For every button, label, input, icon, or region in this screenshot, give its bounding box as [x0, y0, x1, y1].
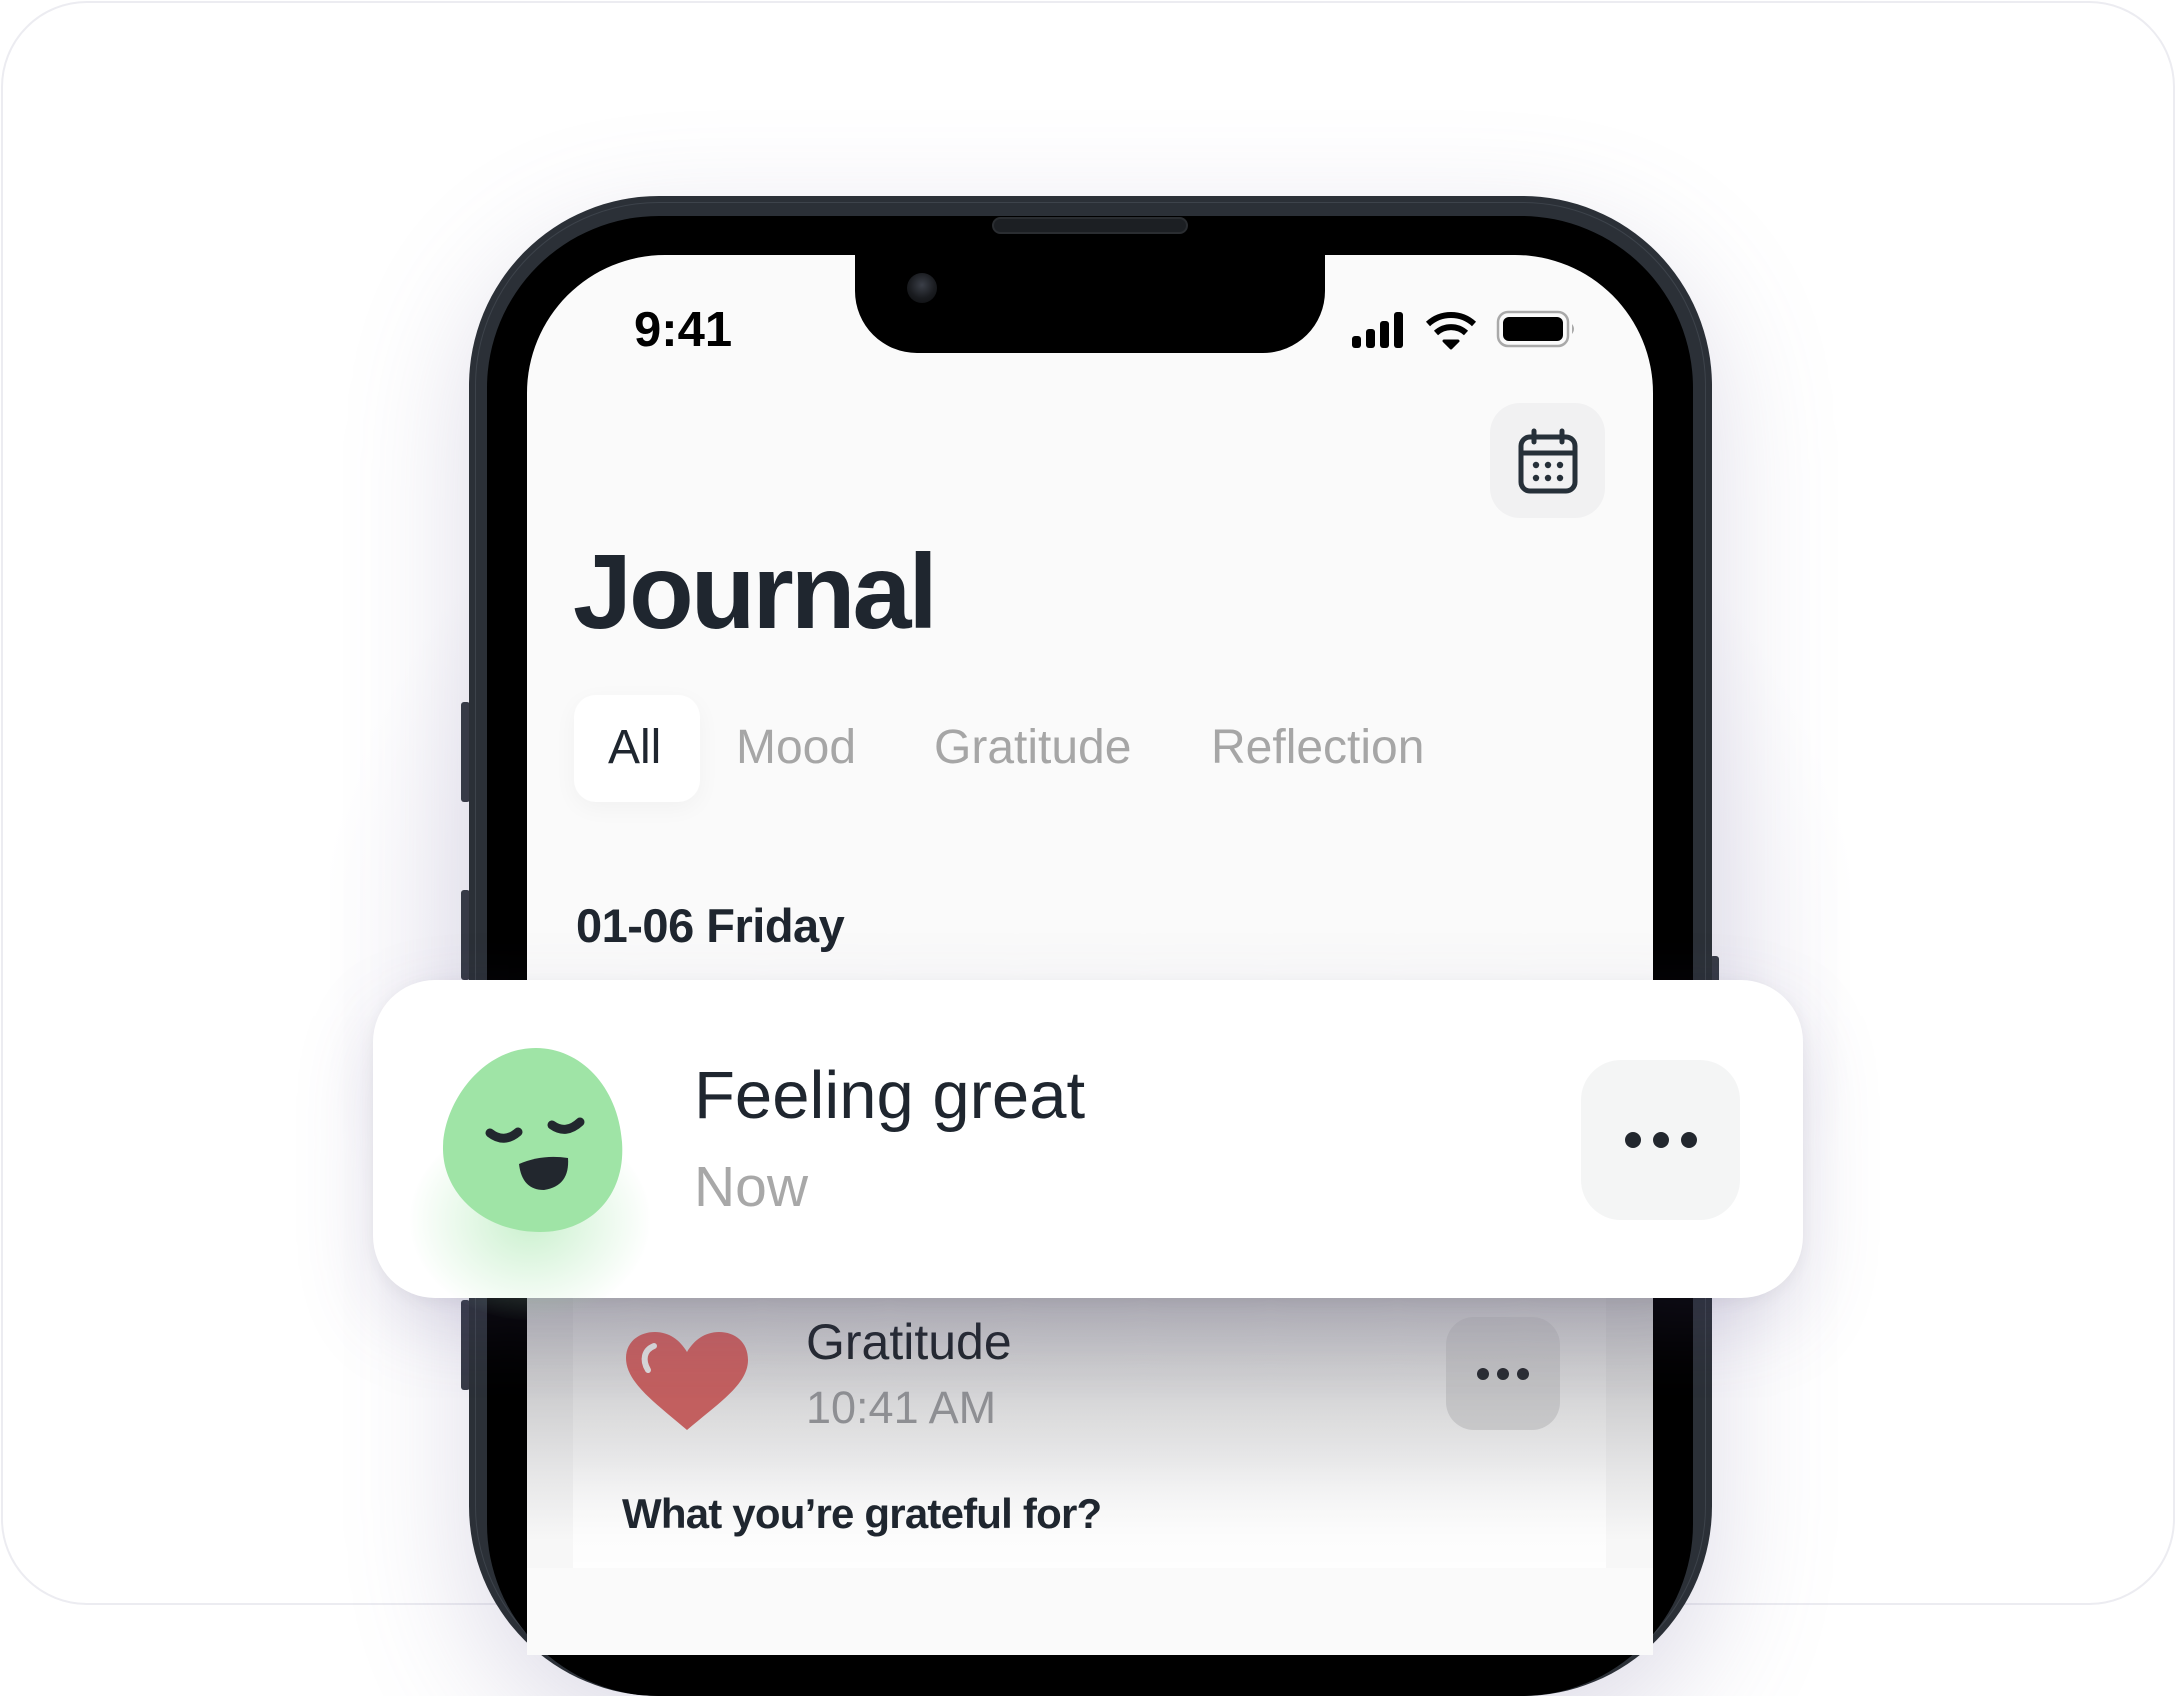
entry-more-button[interactable]	[1446, 1317, 1560, 1430]
entry-title: Feeling great	[694, 1058, 1086, 1133]
more-dot	[1624, 1132, 1641, 1148]
entry-more-button[interactable]	[1581, 1060, 1740, 1220]
calendar-button[interactable]	[1490, 403, 1605, 518]
more-dot	[1497, 1367, 1509, 1380]
tab-mood[interactable]: Mood	[736, 720, 856, 775]
more-dot	[1652, 1132, 1669, 1148]
battery-icon	[1496, 310, 1574, 348]
tab-all[interactable]: All	[608, 720, 661, 775]
status-time: 9:41	[634, 303, 733, 357]
wifi-icon	[1425, 312, 1477, 350]
status-icons	[1352, 310, 1574, 350]
happy-blob-icon	[442, 1048, 623, 1232]
entry-time: Now	[694, 1155, 809, 1219]
entry-title: Gratitude	[806, 1314, 1012, 1370]
entry-prompt: What you’re grateful for?	[622, 1490, 1102, 1537]
front-camera	[907, 273, 937, 303]
tab-gratitude[interactable]: Gratitude	[934, 720, 1131, 775]
page-title: Journal	[573, 533, 938, 651]
more-dot	[1680, 1132, 1697, 1148]
calendar-icon	[1518, 428, 1577, 493]
more-dot	[1517, 1367, 1529, 1380]
heart-icon	[626, 1332, 748, 1430]
date-heading: 01-06 Friday	[576, 899, 845, 952]
tab-reflection[interactable]: Reflection	[1211, 720, 1424, 775]
more-dot	[1477, 1367, 1489, 1380]
entry-time: 10:41 AM	[806, 1382, 997, 1433]
cellular-signal-icon	[1352, 312, 1403, 348]
earpiece-speaker	[992, 217, 1188, 234]
